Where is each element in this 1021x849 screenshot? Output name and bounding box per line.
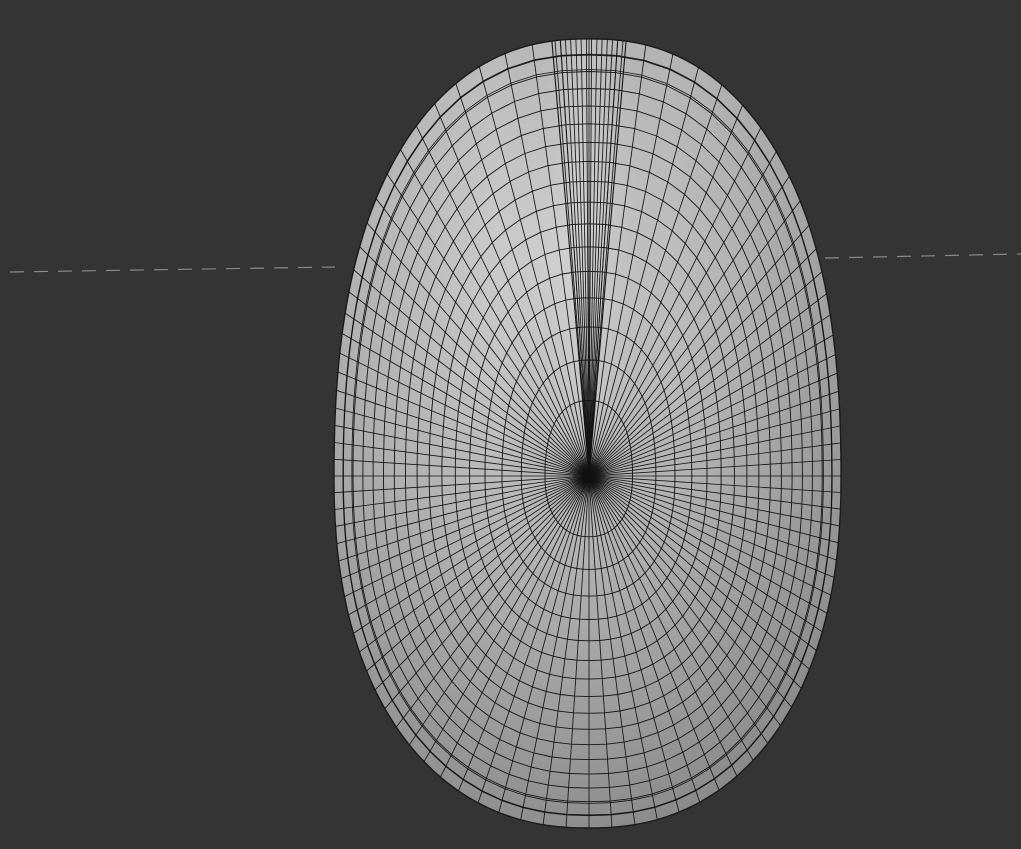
3d-viewport[interactable] (0, 0, 1021, 849)
mesh-pole-vertex (582, 469, 596, 483)
viewport-canvas[interactable] (0, 0, 1021, 849)
mesh-object[interactable] (333, 0, 842, 829)
